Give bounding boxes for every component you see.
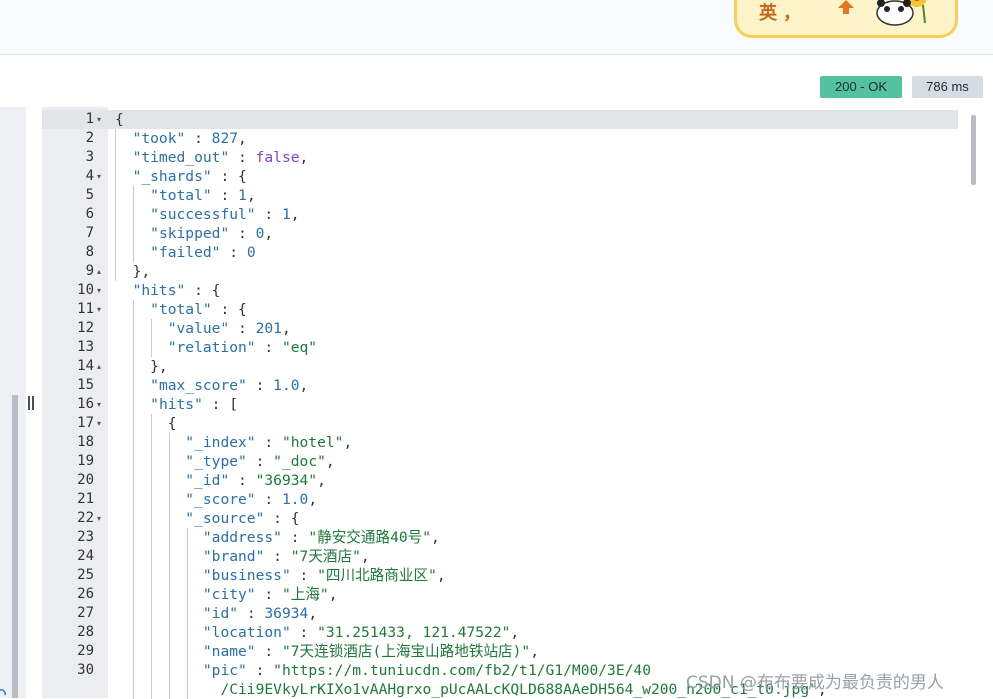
line-number: 29 [77,643,94,659]
line-number: 5 [85,187,94,203]
fold-arrow-up-icon[interactable]: ▴ [97,262,105,281]
code-line: "total" : 1, [150,187,256,204]
code-line: "pic" : "https://m.tuniucdn.com/fb2/t1/G… [202,662,651,679]
line-number: 21 [77,491,94,507]
line-number: 17 [77,415,94,431]
indent-guide [133,186,134,262]
fold-arrow-up-icon[interactable]: ▴ [97,357,105,376]
line-number: 24 [77,548,94,564]
line-number: 8 [85,244,94,260]
indent-guide [133,300,134,699]
code-line: "value" : 201, [167,320,291,337]
code-line: "total" : { [150,301,247,318]
line-number: 10 [77,282,94,298]
panel-resize-handle[interactable] [28,395,36,411]
line-number: 16 [77,396,94,412]
indent-guide [151,414,152,699]
line-number: 13 [77,339,94,355]
line-number: 20 [77,472,94,488]
code-line: "_shards" : { [132,168,247,185]
line-number: 7 [85,225,94,241]
code-line: { [115,415,177,432]
code-line: { [115,111,124,128]
indent-guide [187,528,188,699]
code-line: }, [115,263,151,280]
code-line: "_score" : 1.0, [185,491,318,508]
code-line: "id" : 36934, [202,605,318,622]
indent-guide [151,319,152,357]
promo-banner[interactable]: 英， [734,0,958,38]
code-line: "failed" : 0 [150,244,256,261]
fold-arrow-down-icon[interactable]: ▾ [97,110,105,129]
line-number: 4 [85,168,94,184]
line-number: 25 [77,567,94,583]
code-line: "hits" : { [132,282,221,299]
line-number: 6 [85,206,94,222]
fold-arrow-down-icon[interactable]: ▾ [97,281,105,300]
scrollbar-thumb[interactable] [971,115,976,185]
indent-guide [115,129,116,281]
code-line: "relation" : "eq" [167,339,318,356]
line-number: 2 [85,130,94,146]
corner-fragment-icon [0,689,6,696]
response-editor[interactable]: 1 ▾{2 "took" : 827, 3 "timed_out" : false,… [0,107,993,699]
code-line: "business" : "四川北路商业区", [202,567,446,584]
line-number: 12 [77,320,94,336]
line-number: 30 [77,662,94,678]
line-number: 18 [77,434,94,450]
code-line: "_id" : "36934", [185,472,326,489]
code-line: "_type" : "_doc", [185,453,335,470]
line-number: 19 [77,453,94,469]
panel-splitter-track [12,395,18,698]
fold-arrow-down-icon[interactable]: ▾ [97,300,105,319]
line-number: 22 [77,510,94,526]
indent-guide [169,433,170,699]
fold-arrow-down-icon[interactable]: ▾ [97,509,105,528]
code-line: "brand" : "7天酒店", [202,548,370,565]
code-line: "successful" : 1, [150,206,300,223]
line-number: 15 [77,377,94,393]
status-badge: 200 - OK [820,76,902,98]
code-line: "name" : "7天连锁酒店(上海宝山路地铁站店)", [202,643,539,660]
line-number: 1 [85,111,94,127]
line-number: 14 [77,358,94,374]
code-line: "timed_out" : false, [132,149,309,166]
vertical-scrollbar[interactable] [966,107,980,698]
fold-arrow-down-icon[interactable]: ▾ [97,167,105,186]
fold-arrow-down-icon[interactable]: ▾ [97,395,105,414]
response-time-badge: 786 ms [912,76,983,98]
line-number: 3 [85,149,94,165]
code-line: "skipped" : 0, [150,225,274,242]
line-number: 27 [77,605,94,621]
arrow-up-icon [838,0,854,14]
line-number: 26 [77,586,94,602]
code-line: }, [115,358,168,375]
code-line: "city" : "上海", [202,586,338,603]
code-line: "location" : "31.251433, 121.47522", [202,624,520,641]
code-line: "took" : 827, [132,130,247,147]
fold-arrow-down-icon[interactable]: ▾ [97,414,105,433]
code-line: "_source" : { [185,510,300,527]
line-number: 23 [77,529,94,545]
watermark: CSDN @布布要成为最负责的男人 [686,673,944,693]
line-number: 28 [77,624,94,640]
banner-text: 英， [759,3,807,24]
code-line: "address" : "静安交通路40号", [202,529,440,546]
active-line-highlight [42,110,958,129]
line-number: 11 [77,301,94,317]
line-number: 9 [85,263,94,279]
panda-sticker-icon [876,0,927,26]
code-line: "max_score" : 1.0, [150,377,309,394]
